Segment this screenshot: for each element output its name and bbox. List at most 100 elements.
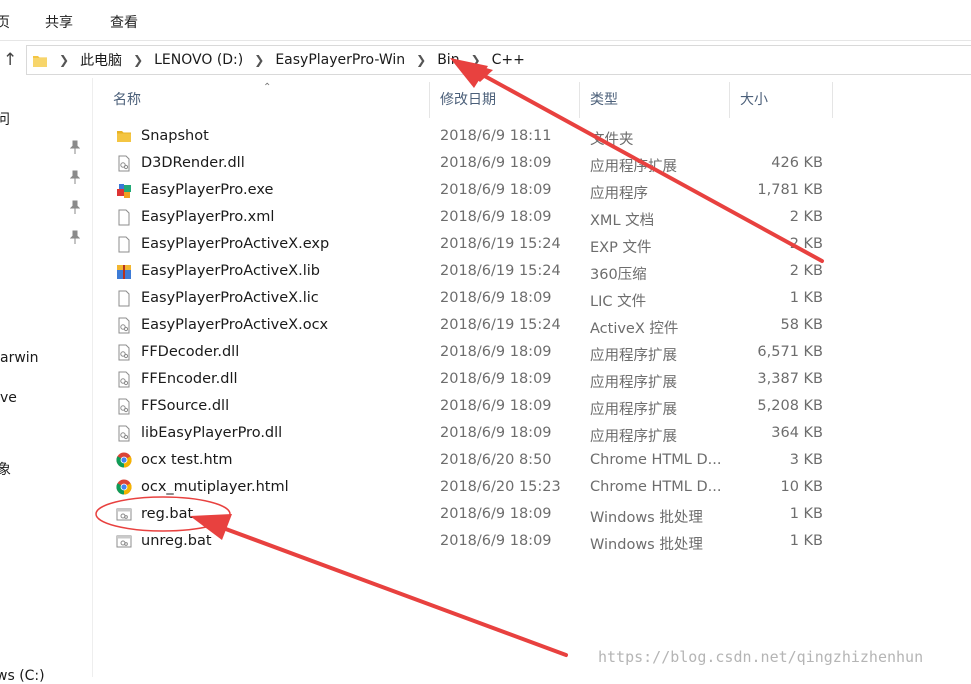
file-name: FFEncoder.dll [141,371,238,387]
breadcrumb-bin[interactable]: Bin [437,52,459,68]
file-name: FFSource.dll [141,398,230,414]
file-name: ocx test.htm [141,452,233,468]
file-type: XML 文档 [590,213,655,229]
file-date: 2018/6/20 8:50 [440,452,552,468]
file-row[interactable]: reg.bat 2018/6/9 18:09 Windows 批处理 1 KB [103,501,843,528]
file-type: Chrome HTML D... [590,452,722,468]
file-size: 1,781 KB [757,182,823,198]
file-row[interactable]: FFEncoder.dll 2018/6/9 18:09 应用程序扩展 3,387 K… [103,366,843,393]
file-type: 应用程序扩展 [590,348,677,364]
dll-file-icon [116,398,132,415]
file-date: 2018/6/9 18:09 [440,398,552,414]
column-header-date-label: 修改日期 [440,92,496,108]
ribbon-tab-view[interactable]: 查看 [110,12,138,32]
pin-icon[interactable] [70,200,80,214]
file-type: 360压缩 [590,267,647,283]
nav-item-darwin[interactable]: arwin [0,350,39,366]
nav-item-quick-access[interactable]: 问 [0,109,10,129]
breadcrumb-this-pc[interactable]: 此电脑 [80,50,122,70]
file-name: ocx_mutiplayer.html [141,479,289,495]
file-name: libEasyPlayerPro.dll [141,425,283,441]
dll-file-icon [116,344,132,361]
column-header-type[interactable]: 类型 [580,82,730,118]
file-date: 2018/6/9 18:09 [440,371,552,387]
up-arrow-icon[interactable]: ↑ [3,50,17,70]
file-type: 应用程序扩展 [590,375,677,391]
ribbon-tab-share[interactable]: 共享 [45,12,73,32]
file-size: 1 KB [789,290,823,306]
nav-item-3d-objects[interactable]: 象 [0,459,11,479]
navigation-pane: 问 arwin ve 象 ws (C:) [0,78,93,684]
chevron-right-icon[interactable]: ❯ [133,53,143,67]
ribbon-tab-page[interactable]: 页 [0,12,10,32]
file-row[interactable]: EasyPlayerPro.xml 2018/6/9 18:09 XML 文档 2 K… [103,204,843,231]
file-row[interactable]: libEasyPlayerPro.dll 2018/6/9 18:09 应用程序扩展… [103,420,843,447]
file-date: 2018/6/9 18:09 [440,344,552,360]
file-name: EasyPlayerPro.xml [141,209,275,225]
file-date: 2018/6/9 18:09 [440,182,552,198]
column-header-name-label: 名称 [113,92,141,108]
nav-item-onedrive[interactable]: ve [0,390,17,406]
file-size: 3,387 KB [757,371,823,387]
chrome-icon [116,452,132,469]
file-size: 58 KB [780,317,823,333]
file-row[interactable]: unreg.bat 2018/6/9 18:09 Windows 批处理 1 KB [103,528,843,555]
file-name: EasyPlayerPro.exe [141,182,274,198]
file-row[interactable]: EasyPlayerProActiveX.lib 2018/6/19 15:24 3… [103,258,843,285]
column-header-size[interactable]: 大小 [730,82,833,118]
dll-file-icon [116,371,132,388]
file-type: Windows 批处理 [590,537,703,553]
address-bar[interactable]: ❯ 此电脑 ❯ LENOVO (D:) ❯ EasyPlayerPro-Win … [26,45,971,75]
chevron-right-icon[interactable]: ❯ [254,53,264,67]
file-type: 应用程序扩展 [590,402,677,418]
file-row[interactable]: EasyPlayerProActiveX.ocx 2018/6/19 15:24 A… [103,312,843,339]
pin-icon[interactable] [70,170,80,184]
file-type: 应用程序扩展 [590,429,677,445]
file-type: 应用程序扩展 [590,159,677,175]
dll-file-icon [116,155,132,172]
blank-file-icon [116,236,132,253]
breadcrumb-easyplayerpro-win[interactable]: EasyPlayerPro-Win [275,52,405,68]
file-date: 2018/6/9 18:09 [440,533,552,549]
file-row[interactable]: FFSource.dll 2018/6/9 18:09 应用程序扩展 5,208 KB [103,393,843,420]
blank-file-icon [116,209,132,226]
batch-file-icon [116,506,132,523]
chevron-right-icon[interactable]: ❯ [416,53,426,67]
file-row[interactable]: EasyPlayerProActiveX.exp 2018/6/19 15:24 E… [103,231,843,258]
file-size: 5,208 KB [757,398,823,414]
exe-app-icon [116,182,132,199]
file-row[interactable]: ocx_mutiplayer.html 2018/6/20 15:23 Chrome… [103,474,843,501]
file-list: Snapshot 2018/6/9 18:11 文件夹 D3DRender.dll 20… [103,123,843,555]
breadcrumb-lenovo-drive[interactable]: LENOVO (D:) [154,52,243,68]
pin-icon[interactable] [70,140,80,154]
breadcrumb-cpp[interactable]: C++ [492,52,525,68]
file-row[interactable]: D3DRender.dll 2018/6/9 18:09 应用程序扩展 426 KB [103,150,843,177]
file-size: 426 KB [771,155,823,171]
pin-icon[interactable] [70,230,80,244]
file-row[interactable]: EasyPlayerProActiveX.lic 2018/6/9 18:09 LI… [103,285,843,312]
file-row[interactable]: EasyPlayerPro.exe 2018/6/9 18:09 应用程序 1,781… [103,177,843,204]
ribbon: 页 共享 查看 [0,0,971,41]
file-size: 364 KB [771,425,823,441]
file-type: ActiveX 控件 [590,321,679,337]
file-date: 2018/6/20 15:23 [440,479,561,495]
batch-file-icon [116,533,132,550]
column-header-name[interactable]: 名称 [103,82,430,118]
chevron-right-icon[interactable]: ❯ [471,53,481,67]
column-header-date[interactable]: 修改日期 [430,82,580,118]
column-headers: 名称 修改日期 类型 大小 [103,82,843,118]
nav-item-windows-c[interactable]: ws (C:) [0,668,45,684]
file-row[interactable]: Snapshot 2018/6/9 18:11 文件夹 [103,123,843,150]
folder-icon [33,55,47,67]
file-date: 2018/6/9 18:09 [440,290,552,306]
column-header-size-label: 大小 [740,92,768,108]
file-size: 1 KB [789,506,823,522]
file-name: FFDecoder.dll [141,344,240,360]
file-row[interactable]: ocx test.htm 2018/6/20 8:50 Chrome HTML D.… [103,447,843,474]
file-size: 2 KB [789,236,823,252]
file-row[interactable]: FFDecoder.dll 2018/6/9 18:09 应用程序扩展 6,571 K… [103,339,843,366]
column-header-type-label: 类型 [590,92,618,108]
file-name: EasyPlayerProActiveX.ocx [141,317,329,333]
file-name: EasyPlayerProActiveX.lib [141,263,320,279]
chevron-right-icon[interactable]: ❯ [59,53,69,67]
